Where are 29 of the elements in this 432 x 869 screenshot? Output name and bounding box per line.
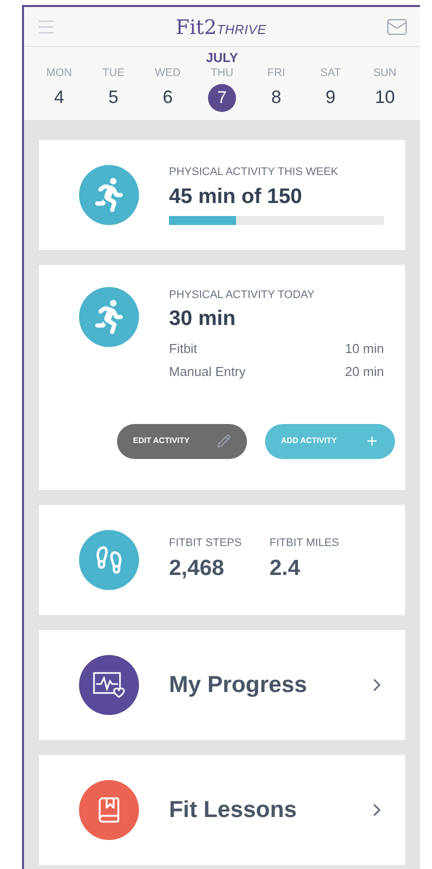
card-label: PHYSICAL ACTIVITY THIS WEEK	[169, 165, 340, 180]
day-tab[interactable]: TUE 5	[86, 65, 141, 112]
source-amount: 20 min	[344, 363, 384, 381]
source-label: Manual Entry	[169, 363, 246, 381]
source-amount: 10 min	[344, 340, 384, 358]
logo-suffix: THRIVE	[216, 20, 266, 38]
menu-link[interactable]: Fit Lessons	[39, 754, 405, 864]
source-label: Fitbit	[169, 340, 198, 358]
stat-value: 2.4	[270, 554, 302, 582]
card-label: PHYSICAL ACTIVITY TODAY	[169, 288, 316, 302]
day-tab[interactable]: SAT 9	[303, 65, 358, 112]
day-tab[interactable]: FRI 8	[249, 65, 304, 112]
logo-text: Fit2	[176, 14, 217, 40]
card-value: 30 min	[169, 306, 237, 332]
plus-icon	[365, 434, 379, 448]
month-label: JULY	[206, 51, 238, 65]
menu-link[interactable]: My Progress	[39, 630, 405, 740]
stat-label: FITBIT MILES	[270, 536, 340, 551]
day-tab[interactable]: MON 4	[32, 65, 86, 112]
day-tab[interactable]: THU 7	[194, 65, 250, 112]
edit-activity-button[interactable]: EDIT ACTIVITY	[117, 424, 247, 458]
day-tab[interactable]: WED 6	[140, 65, 195, 112]
stat-value: 2,468	[169, 554, 226, 582]
card-value: 45 min of 150	[169, 184, 304, 210]
pencil-icon	[217, 434, 231, 448]
link-label: Fit Lessons	[169, 795, 298, 824]
day-tab[interactable]: SUN 10	[358, 65, 412, 112]
stat-label: FITBIT STEPS	[169, 536, 242, 551]
link-label: My Progress	[169, 670, 308, 700]
